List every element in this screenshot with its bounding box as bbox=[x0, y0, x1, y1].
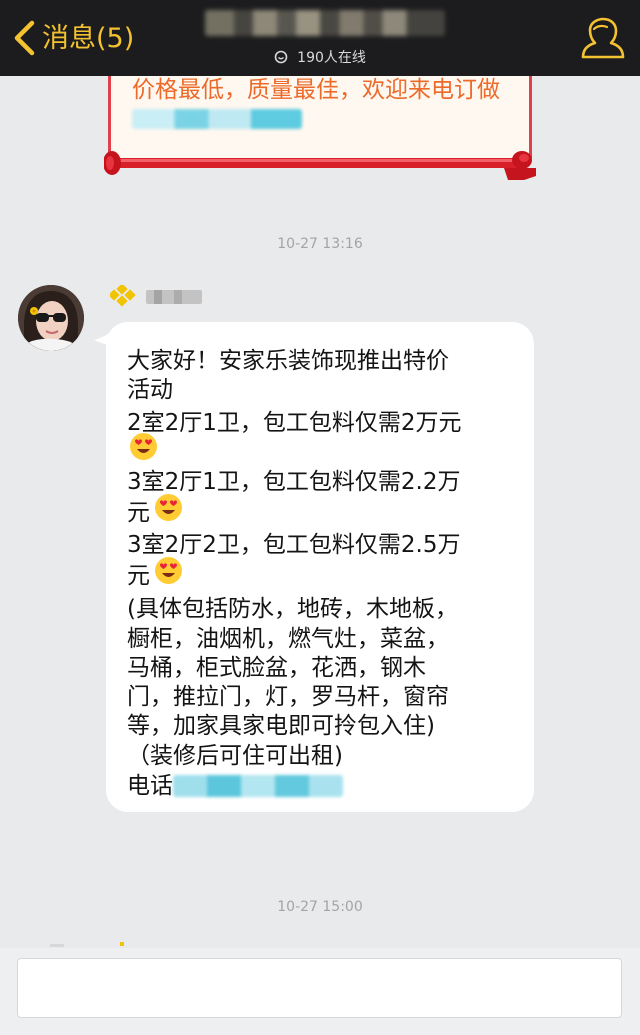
promo-card-text: 价格最低，质量最佳，欢迎来电订做 bbox=[132, 76, 507, 134]
message-line: 3室2厅1卫，包工包料仅需2.2万 bbox=[127, 469, 461, 495]
group-name-redacted bbox=[205, 10, 445, 36]
heart-eyes-emoji-icon bbox=[155, 557, 182, 584]
message-line: （装修后可住可出租) bbox=[127, 743, 343, 769]
sender-avatar[interactable] bbox=[18, 285, 84, 351]
scroll-rod-decoration bbox=[104, 151, 536, 180]
message-line: 元 bbox=[127, 500, 150, 526]
top-nav-bar: 消息(5) 190人在线 bbox=[0, 0, 640, 76]
heart-eyes-emoji-icon bbox=[130, 433, 157, 460]
group-members-icon[interactable] bbox=[580, 16, 626, 60]
message-line: 元 bbox=[127, 563, 150, 589]
heart-eyes-emoji-icon bbox=[155, 494, 182, 521]
timestamp: 10-27 15:00 bbox=[277, 899, 363, 915]
redacted-phone bbox=[173, 775, 343, 797]
message-line: 3室2厅2卫，包工包料仅需2.5万 bbox=[127, 532, 461, 558]
online-status: 190人在线 bbox=[0, 46, 640, 68]
sender-name-redacted bbox=[110, 285, 202, 307]
message-phone-line: 电话 bbox=[127, 766, 517, 800]
message-input[interactable] bbox=[17, 958, 622, 1018]
promo-card-text-content: 价格最低，质量最佳，欢迎来电订做 bbox=[132, 77, 500, 103]
message-input-bar bbox=[0, 948, 640, 1035]
promo-card-message[interactable]: 价格最低，质量最佳，欢迎来电订做 bbox=[104, 60, 536, 188]
message-line: 等，加家具家电即可拎包入住) bbox=[127, 713, 435, 739]
timestamp: 10-27 13:16 bbox=[277, 236, 363, 252]
phone-label: 电话 bbox=[127, 773, 173, 799]
message-line: (具体包括防水，地砖，木地板， bbox=[127, 596, 458, 622]
redacted-phone bbox=[132, 109, 302, 129]
online-count: 190人在线 bbox=[297, 49, 366, 66]
message-line: 2室2厅1卫，包工包料仅需2万元 bbox=[127, 410, 462, 436]
message-line: 活动 bbox=[127, 377, 173, 403]
online-ring-icon bbox=[274, 50, 288, 63]
